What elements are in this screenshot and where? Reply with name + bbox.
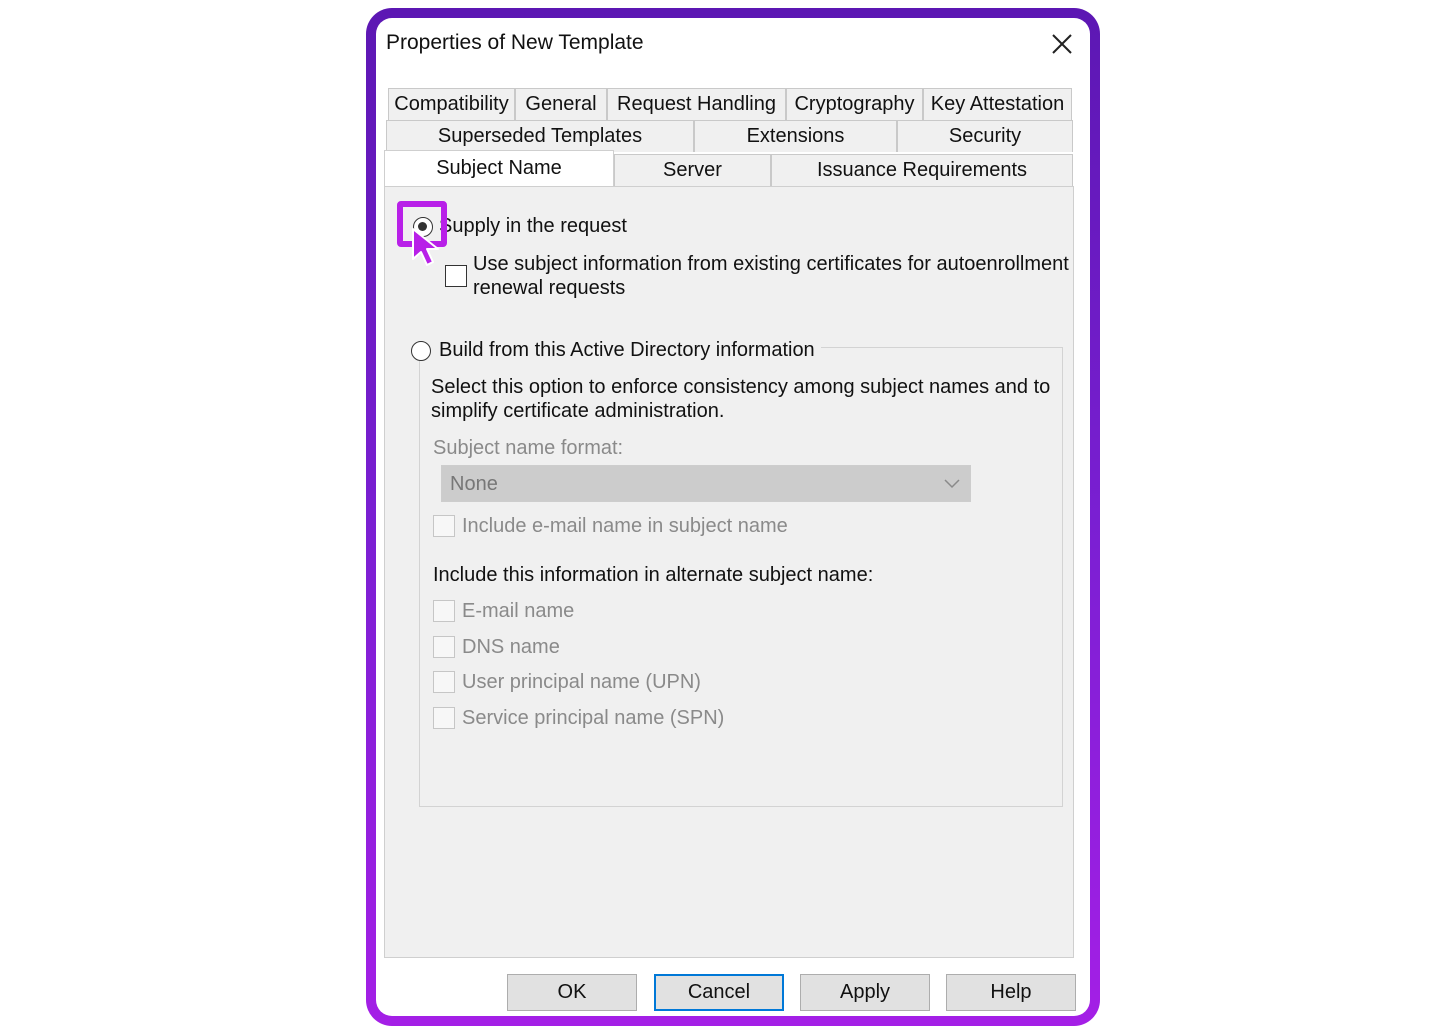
properties-dialog: Properties of New Template Compatibility… xyxy=(376,18,1090,1016)
panel-content: Supply in the request Use subject inform… xyxy=(393,191,1069,949)
alt-spn-label[interactable]: Service principal name (SPN) xyxy=(462,707,724,730)
subject-name-format-value: None xyxy=(450,473,498,495)
dialog-title: Properties of New Template xyxy=(386,31,644,54)
chevron-down-icon xyxy=(944,479,960,489)
tab-issuance-requirements[interactable]: Issuance Requirements xyxy=(771,154,1073,186)
autoenrollment-label-line2[interactable]: renewal requests xyxy=(473,277,625,300)
alt-dns-label[interactable]: DNS name xyxy=(462,636,560,659)
help-button[interactable]: Help xyxy=(946,974,1076,1011)
tab-server[interactable]: Server xyxy=(614,154,771,186)
build-description-line2: simplify certificate administration. xyxy=(431,400,725,422)
build-from-ad-radio[interactable] xyxy=(411,341,431,361)
build-description-line1: Select this option to enforce consistenc… xyxy=(431,376,1051,398)
apply-button[interactable]: Apply xyxy=(800,974,930,1011)
autoenrollment-checkbox[interactable] xyxy=(445,265,467,287)
alt-upn-label[interactable]: User principal name (UPN) xyxy=(462,671,701,694)
close-button[interactable] xyxy=(1042,26,1082,62)
alt-dns-checkbox[interactable] xyxy=(433,636,455,658)
subject-name-format-label: Subject name format: xyxy=(433,437,624,459)
tab-superseded-templates[interactable]: Superseded Templates xyxy=(386,120,694,152)
tab-general[interactable]: General xyxy=(515,88,607,120)
supply-in-request-label[interactable]: Supply in the request xyxy=(439,215,627,238)
tab-security[interactable]: Security xyxy=(897,120,1073,152)
autoenrollment-label-line1[interactable]: Use subject information from existing ce… xyxy=(473,253,1069,276)
build-from-ad-label[interactable]: Build from this Active Directory informa… xyxy=(439,339,815,362)
tab-subject-name[interactable]: Subject Name xyxy=(384,150,614,186)
tab-compatibility[interactable]: Compatibility xyxy=(388,88,515,120)
title-bar: Properties of New Template xyxy=(376,18,1090,70)
mouse-pointer-icon xyxy=(412,228,439,266)
cancel-button[interactable]: Cancel xyxy=(654,974,784,1011)
include-email-checkbox[interactable] xyxy=(433,515,455,537)
alt-email-label[interactable]: E-mail name xyxy=(462,600,574,623)
alt-upn-checkbox[interactable] xyxy=(433,671,455,693)
tab-extensions[interactable]: Extensions xyxy=(694,120,897,152)
subject-name-format-select[interactable]: None xyxy=(441,465,971,502)
tab-cryptography[interactable]: Cryptography xyxy=(786,88,923,120)
tab-key-attestation[interactable]: Key Attestation xyxy=(923,88,1072,120)
ok-button[interactable]: OK xyxy=(507,974,637,1011)
subject-name-panel: Supply in the request Use subject inform… xyxy=(384,186,1074,958)
close-icon xyxy=(1052,34,1072,54)
alt-spn-checkbox[interactable] xyxy=(433,707,455,729)
tab-request-handling[interactable]: Request Handling xyxy=(607,88,786,120)
alt-email-checkbox[interactable] xyxy=(433,600,455,622)
alternate-subject-header: Include this information in alternate su… xyxy=(433,564,874,586)
include-email-label[interactable]: Include e-mail name in subject name xyxy=(462,515,788,538)
